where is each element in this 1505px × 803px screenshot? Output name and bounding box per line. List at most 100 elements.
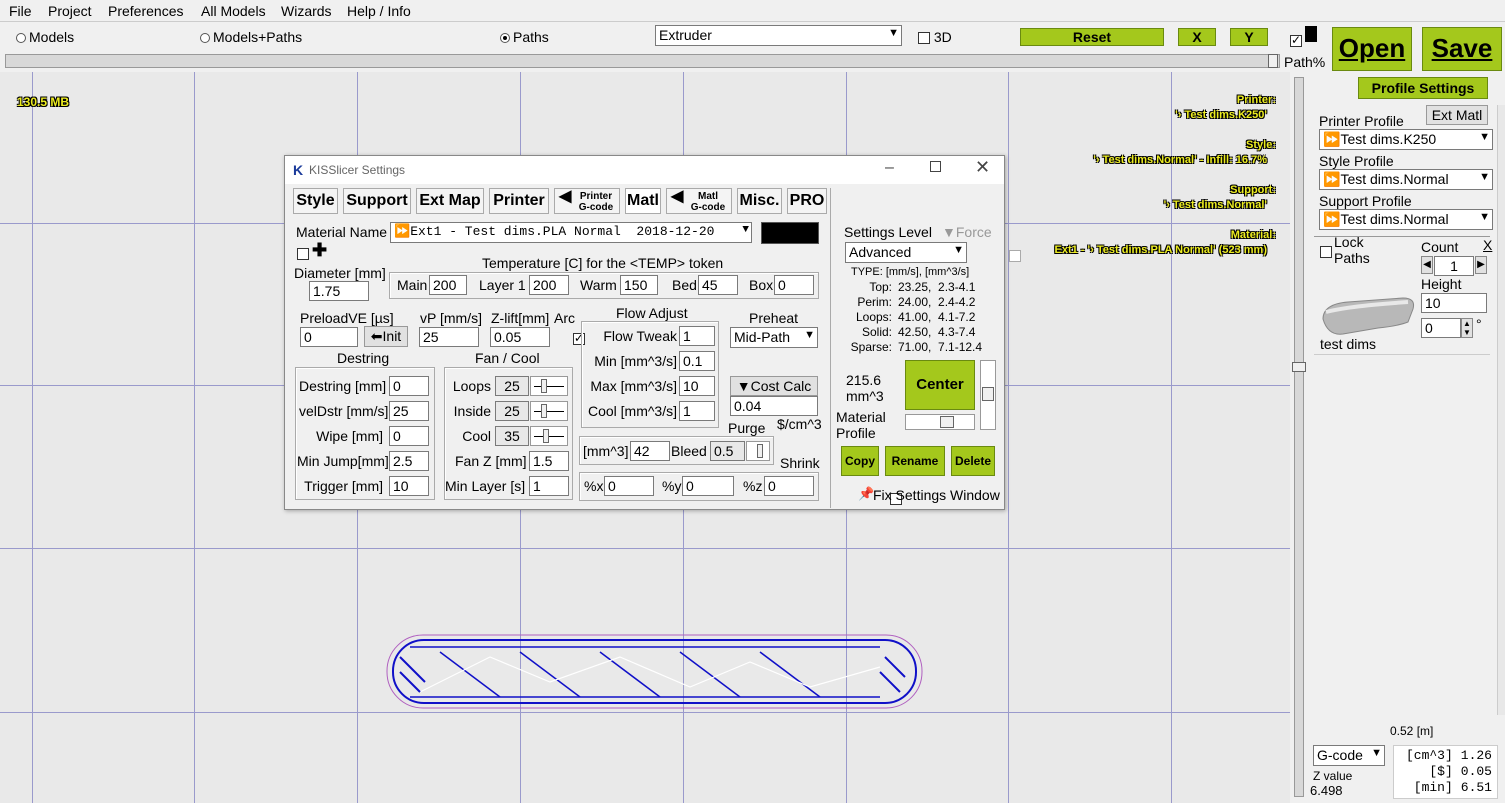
shrink-y-field[interactable]: 0 (682, 476, 734, 496)
flow-tweak-field[interactable]: 1 (679, 326, 715, 346)
count-field[interactable]: 1 (1434, 256, 1474, 276)
path-slider-thumb[interactable] (1268, 54, 1278, 68)
center-button[interactable]: Center (905, 360, 975, 410)
tab-ext-map[interactable]: Ext Map (416, 188, 484, 214)
fan-loops-label: Loops (452, 378, 491, 394)
delete-button[interactable]: Delete (951, 446, 995, 476)
shrink-x-field[interactable]: 0 (604, 476, 654, 496)
menu-all-models[interactable]: All Models (201, 3, 266, 19)
grid-line (1008, 72, 1009, 803)
flow-max-field[interactable]: 10 (679, 376, 715, 396)
copy-button[interactable]: Copy (841, 446, 879, 476)
temp-main-field[interactable]: 200 (429, 275, 467, 295)
horizontal-nudge-slider[interactable] (905, 414, 975, 430)
profile-settings-button[interactable]: Profile Settings (1358, 77, 1488, 99)
tab-printer-gcode[interactable]: ◀ Printer G-code (554, 188, 620, 214)
menu-file[interactable]: File (9, 3, 32, 19)
printer-profile-select[interactable]: ⏩Test dims.K250 ▼ (1319, 129, 1493, 150)
open-button[interactable]: Open (1332, 27, 1412, 71)
add-icon[interactable]: ✚ (312, 240, 327, 261)
tab-printer[interactable]: Printer (489, 188, 549, 214)
count-x-button[interactable]: X (1483, 237, 1492, 253)
reset-button[interactable]: Reset (1020, 28, 1164, 46)
fan-z-field[interactable]: 1.5 (529, 451, 569, 471)
view-models-radio[interactable]: Models (16, 29, 74, 45)
purge-field[interactable]: 42 (630, 441, 670, 461)
view-paths-radio[interactable]: Paths (500, 29, 549, 45)
material-color-swatch[interactable] (761, 222, 819, 244)
menu-preferences[interactable]: Preferences (108, 3, 183, 19)
gcode-select[interactable]: G-code ▼ (1313, 745, 1385, 766)
temp-box-field[interactable]: 0 (774, 275, 814, 295)
material-checkbox[interactable] (297, 248, 309, 261)
save-button[interactable]: Save (1422, 27, 1502, 71)
toolpath-infill (439, 651, 821, 698)
toolpath-travel (419, 656, 881, 693)
rotate-field[interactable]: 0 (1421, 318, 1461, 338)
right-panel-scrollbar[interactable] (1497, 105, 1505, 715)
material-name-select[interactable]: ⏩Ext1 - Test dims.PLA Normal 2018-12-20 ▼ (390, 222, 752, 243)
temp-layer1-field[interactable]: 200 (529, 275, 569, 295)
menu-project[interactable]: Project (48, 3, 92, 19)
tab-support[interactable]: Support (343, 188, 411, 214)
height-field[interactable]: 10 (1421, 293, 1487, 313)
extruder-select[interactable]: Extruder ▼ (655, 25, 902, 46)
rename-button[interactable]: Rename (885, 446, 945, 476)
rotate-spinner[interactable]: ▲ ▼ (1461, 318, 1473, 338)
three-d-checkbox[interactable]: 3D (918, 29, 952, 45)
path-percent-slider[interactable] (5, 54, 1280, 68)
tab-style[interactable]: Style (293, 188, 338, 214)
min-jump-field[interactable]: 2.5 (389, 451, 429, 471)
bleed-slider[interactable] (746, 441, 770, 461)
tab-matl-gcode[interactable]: ◀ Matl G-code (666, 188, 732, 214)
zlift-field[interactable]: 0.05 (490, 327, 550, 347)
maximize-icon[interactable] (930, 161, 941, 172)
layer-slider[interactable] (1294, 77, 1304, 797)
cost-calc-button[interactable]: ▼Cost Calc (730, 376, 818, 396)
force-checkbox[interactable] (1008, 250, 1021, 263)
vertical-scrollbar[interactable] (1290, 72, 1310, 803)
veldstr-field[interactable]: 25 (389, 401, 429, 421)
temp-bed-field[interactable]: 45 (698, 275, 738, 295)
min-layer-field[interactable]: 1 (529, 476, 569, 496)
fan-inside-slider[interactable] (530, 401, 568, 421)
wipe-field[interactable]: 0 (389, 426, 429, 446)
flow-cool-field[interactable]: 1 (679, 401, 715, 421)
menu-wizards[interactable]: Wizards (281, 3, 332, 19)
count-increment-button[interactable]: ▶ (1475, 256, 1487, 274)
vertical-nudge-slider[interactable] (980, 360, 996, 430)
minimize-icon[interactable]: – (885, 159, 894, 177)
destring-field[interactable]: 0 (389, 376, 429, 396)
dialog-titlebar[interactable]: K KISSlicer Settings – ✕ (285, 156, 1004, 184)
close-icon[interactable]: ✕ (975, 157, 990, 178)
tab-misc[interactable]: Misc. (737, 188, 782, 214)
vp-field[interactable]: 25 (419, 327, 479, 347)
preheat-select[interactable]: Mid-Path ▼ (730, 327, 818, 348)
ext-matl-button[interactable]: Ext Matl (1426, 105, 1488, 125)
lock-paths-checkbox[interactable] (1320, 246, 1332, 259)
play-reverse-icon: ◀ (671, 188, 684, 205)
shrink-z-field[interactable]: 0 (764, 476, 814, 496)
preload-field[interactable]: 0 (300, 327, 358, 347)
y-button[interactable]: Y (1230, 28, 1268, 46)
support-profile-select[interactable]: ⏩Test dims.Normal ▼ (1319, 209, 1493, 230)
temp-warm-field[interactable]: 150 (620, 275, 658, 295)
view-models-paths-radio[interactable]: Models+Paths (200, 29, 302, 45)
tab-matl[interactable]: Matl (625, 188, 661, 214)
path-percent-checkbox[interactable] (1290, 33, 1302, 48)
tab-pro[interactable]: PRO (787, 188, 827, 214)
layer-slider-thumb[interactable] (1292, 362, 1306, 372)
init-button[interactable]: ⬅Init (364, 326, 408, 347)
fan-loops-slider[interactable] (530, 376, 568, 396)
trigger-field[interactable]: 10 (389, 476, 429, 496)
flow-min-field[interactable]: 0.1 (679, 351, 715, 371)
style-profile-select[interactable]: ⏩Test dims.Normal ▼ (1319, 169, 1493, 190)
settings-level-select[interactable]: Advanced ▼ (845, 242, 967, 263)
force-label[interactable]: ▼Force (942, 224, 992, 240)
x-button[interactable]: X (1178, 28, 1216, 46)
menu-help-info[interactable]: Help / Info (347, 3, 411, 19)
diameter-field[interactable]: 1.75 (309, 281, 369, 301)
fan-cool-slider[interactable] (530, 426, 568, 446)
count-decrement-button[interactable]: ◀ (1421, 256, 1433, 274)
cost-field[interactable]: 0.04 (730, 396, 818, 416)
